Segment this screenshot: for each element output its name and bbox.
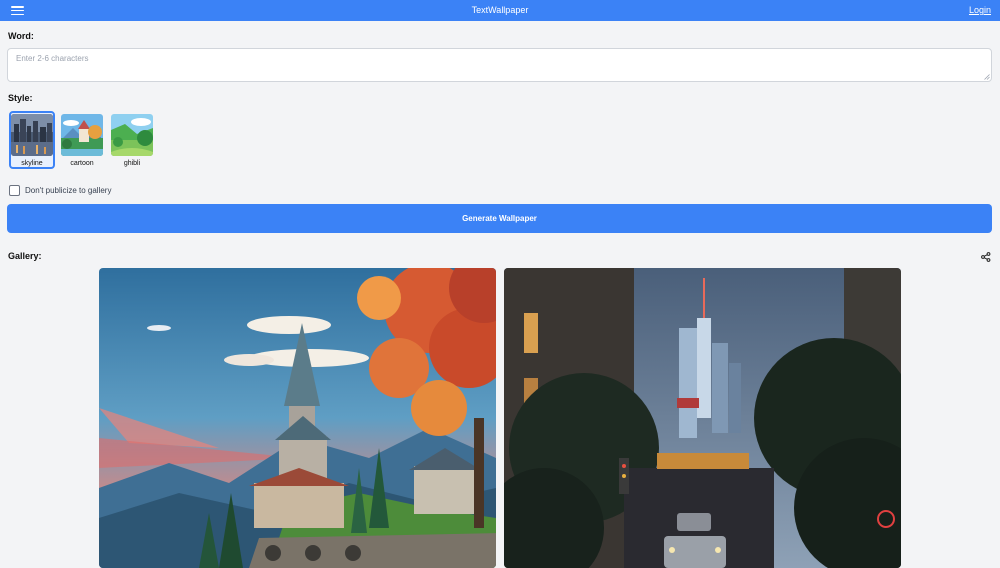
generate-wallpaper-button[interactable]: Generate Wallpaper (7, 204, 992, 233)
style-options: skyline cartoon ghibli (9, 111, 155, 169)
gallery-image-castle[interactable] (99, 268, 496, 568)
style-label: Style: (8, 93, 33, 103)
skyline-thumbnail (11, 114, 53, 156)
share-icon[interactable] (981, 252, 991, 262)
login-link[interactable]: Login (969, 0, 991, 21)
style-option-cartoon[interactable]: cartoon (59, 111, 105, 169)
word-label: Word: (8, 31, 34, 41)
cartoon-thumbnail (61, 114, 103, 156)
style-option-skyline[interactable]: skyline (9, 111, 55, 169)
ghibli-thumbnail (111, 114, 153, 156)
style-option-label: cartoon (70, 160, 94, 167)
style-option-label: ghibli (123, 160, 141, 167)
private-checkbox-label[interactable]: Don't publicize to gallery (25, 186, 111, 195)
private-option-row: Don't publicize to gallery (9, 185, 111, 196)
style-option-label: skyline (21, 160, 43, 167)
style-option-ghibli[interactable]: ghibli (109, 111, 155, 169)
word-input[interactable] (7, 48, 992, 82)
private-checkbox[interactable] (9, 185, 20, 196)
top-bar: TextWallpaper Login (0, 0, 1000, 21)
hamburger-menu-icon[interactable] (11, 4, 24, 17)
gallery-image-city[interactable] (504, 268, 901, 568)
gallery-label: Gallery: (8, 251, 42, 261)
app-title: TextWallpaper (471, 5, 529, 15)
